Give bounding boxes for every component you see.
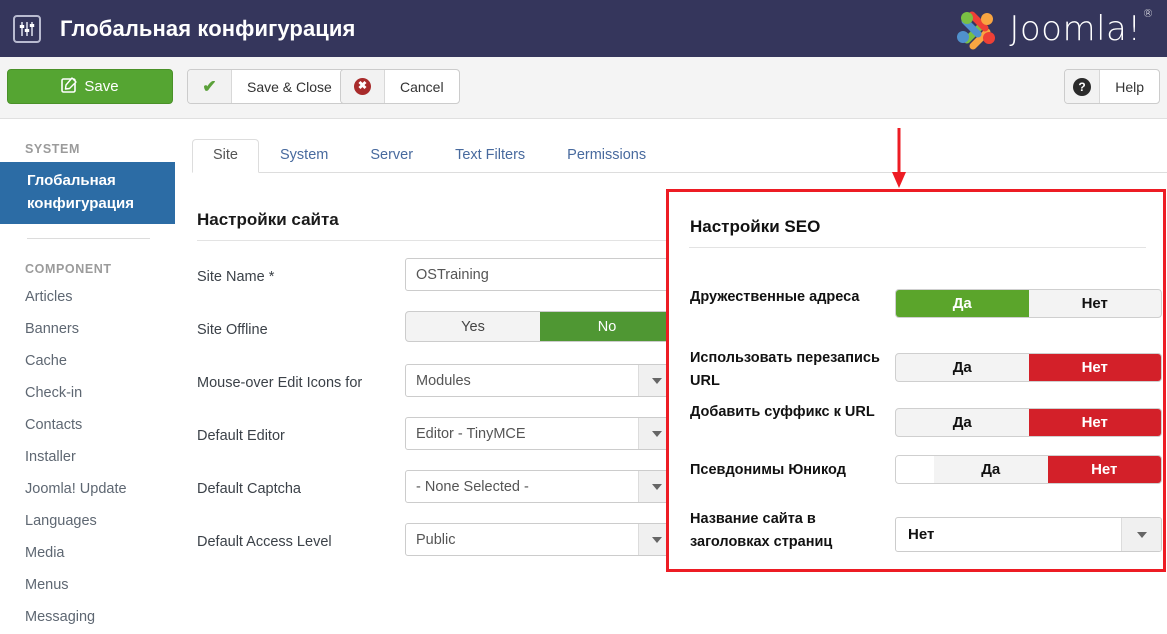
save-and-close-button[interactable]: ✔ Save & Close [187,69,348,104]
help-button[interactable]: ? Help [1064,69,1160,104]
chevron-down-icon[interactable] [1121,518,1161,551]
sidebar-item-languages[interactable]: Languages [0,506,175,538]
joomla-mark-icon [957,11,996,50]
seo-settings-panel: Настройки SEO Дружественные адреса Да Не… [666,189,1166,572]
mouse-over-edit-icons-label: Mouse-over Edit Icons for [197,375,363,391]
mouse-over-edit-icons-value: Modules [416,372,471,389]
default-editor-value: Editor - TinyMCE [416,425,526,442]
site-offline-label: Site Offline [197,322,268,338]
sidebar-item-messaging[interactable]: Messaging [0,602,175,634]
site-settings-title: Настройки сайта [197,210,339,229]
sidebar-item-global-configuration[interactable]: Глобальная конфигурация [0,162,175,224]
close-circle-icon: ✖ [341,70,385,103]
sidebar-item-menus[interactable]: Menus [0,570,175,602]
tab-text-filters[interactable]: Text Filters [434,139,546,172]
sidebar-heading-system: SYSTEM [25,142,80,156]
sidebar-item-media[interactable]: Media [0,538,175,570]
site-name-label: Site Name * [197,269,275,285]
default-access-level-value: Public [416,531,456,548]
seo-settings-title: Настройки SEO [690,217,821,236]
sliders-icon [13,14,41,43]
seo-settings-form: Дружественные адреса Да Нет Использовать… [669,276,1163,564]
use-url-rewriting-toggle[interactable]: Да Нет [895,353,1162,382]
sidebar: SYSTEM Глобальная конфигурация COMPONENT… [0,120,175,625]
form-row-default-captcha: Default Captcha - None Selected - [192,470,692,523]
form-row-site-offline: Site Offline Yes No [192,311,692,364]
default-captcha-value: - None Selected - [416,478,529,495]
sidebar-item-banners[interactable]: Banners [0,314,175,346]
sidebar-item-articles[interactable]: Articles [0,282,175,314]
search-engine-friendly-urls-toggle[interactable]: Да Нет [895,289,1162,318]
unicode-aliases-toggle[interactable]: Да Нет [895,455,1162,484]
unicode-option-yes[interactable]: Да [934,456,1048,483]
tab-server[interactable]: Server [349,139,434,172]
use-url-rewriting-label: Использовать перезапись URL [690,350,880,389]
check-icon: ✔ [188,70,232,103]
sef-option-no[interactable]: Нет [1029,290,1162,317]
suffix-option-no[interactable]: Нет [1028,409,1161,436]
site-name-in-page-titles-value: Нет [908,526,935,543]
cancel-button[interactable]: ✖ Cancel [340,69,460,104]
default-editor-label: Default Editor [197,428,285,444]
sidebar-item-joomla-update[interactable]: Joomla! Update [0,474,175,506]
url-rewriting-option-yes[interactable]: Да [896,354,1029,381]
site-name-input[interactable]: OSTraining [405,258,675,291]
adds-suffix-to-url-toggle[interactable]: Да Нет [895,408,1162,437]
url-rewriting-option-no[interactable]: Нет [1028,354,1161,381]
cancel-label: Cancel [400,78,444,95]
site-name-in-page-titles-select[interactable]: Нет [895,517,1162,552]
seo-row-adds-suffix-to-url: Добавить суффикс к URL Да Нет [669,399,1163,453]
sidebar-item-installer[interactable]: Installer [0,442,175,474]
form-row-default-editor: Default Editor Editor - TinyMCE [192,417,692,470]
sidebar-divider [27,238,150,239]
app-header: Глобальная конфигурация Joomla!® [0,0,1167,57]
unicode-aliases-label: Псевдонимы Юникод [690,462,846,478]
page-title: Глобальная конфигурация [60,15,356,41]
sidebar-item-check-in[interactable]: Check-in [0,378,175,410]
suffix-option-yes[interactable]: Да [896,409,1029,436]
seo-row-unicode-aliases: Псевдонимы Юникод Да Нет [669,453,1163,504]
site-name-in-page-titles-label: Название сайта в заголовках страниц [690,511,833,550]
default-access-level-label: Default Access Level [197,534,332,550]
red-down-arrow-annotation [889,128,909,190]
save-and-close-label: Save & Close [247,78,332,95]
seo-row-search-engine-friendly-urls: Дружественные адреса Да Нет [669,276,1163,344]
form-row-site-name: Site Name * OSTraining [192,258,692,311]
site-offline-option-yes[interactable]: Yes [406,312,540,341]
sef-option-yes[interactable]: Да [896,290,1029,317]
default-captcha-select[interactable]: - None Selected - [405,470,675,503]
help-label: Help [1115,78,1144,95]
seo-row-site-name-in-page-titles: Название сайта в заголовках страниц Нет [669,504,1163,564]
pencil-square-icon [61,76,78,97]
form-row-mouse-over-edit-icons: Mouse-over Edit Icons for Modules [192,364,692,417]
joomla-wordmark: Joomla!® [1009,6,1154,49]
save-button[interactable]: Save [7,69,173,104]
seo-section-divider [689,247,1146,248]
tab-site[interactable]: Site [192,139,259,173]
form-row-default-access-level: Default Access Level Public [192,523,692,576]
sidebar-heading-component: COMPONENT [25,262,112,276]
search-engine-friendly-urls-label: Дружественные адреса [690,289,860,305]
adds-suffix-to-url-label: Добавить суффикс к URL [690,404,875,420]
question-circle-icon: ? [1065,70,1101,103]
save-button-label: Save [84,78,119,95]
joomla-logo: Joomla!® [951,6,1154,51]
sidebar-item-cache[interactable]: Cache [0,346,175,378]
unicode-option-no[interactable]: Нет [1047,456,1161,483]
default-access-level-select[interactable]: Public [405,523,675,556]
default-captcha-label: Default Captcha [197,481,301,497]
registered-mark: ® [1142,6,1154,20]
site-offline-toggle[interactable]: Yes No [405,311,675,342]
mouse-over-edit-icons-select[interactable]: Modules [405,364,675,397]
toolbar: Save ✔ Save & Close ✖ Cancel ? Help [0,57,1167,119]
tab-system[interactable]: System [259,139,349,172]
default-editor-select[interactable]: Editor - TinyMCE [405,417,675,450]
tab-permissions[interactable]: Permissions [546,139,667,172]
unicode-aliases-empty-slot [896,456,934,483]
sidebar-item-contacts[interactable]: Contacts [0,410,175,442]
tab-bar: Site System Server Text Filters Permissi… [192,137,1167,173]
site-settings-form: Site Name * OSTraining Site Offline Yes … [192,258,692,576]
site-offline-option-no[interactable]: No [540,312,674,341]
seo-row-use-url-rewriting: Использовать перезапись URL Да Нет [669,344,1163,399]
